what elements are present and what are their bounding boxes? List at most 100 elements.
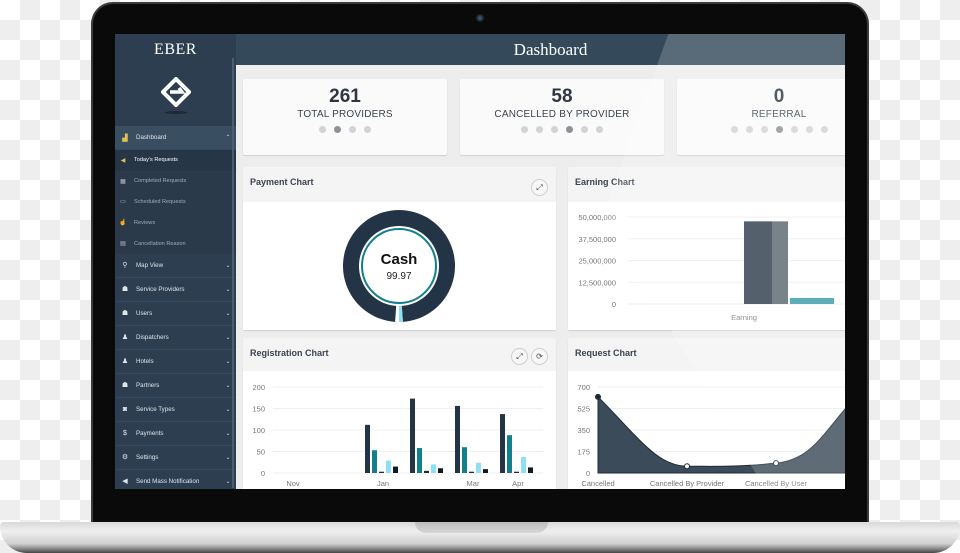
carousel-dot[interactable] [730, 126, 738, 133]
stat-card-cancelled-by-provider[interactable]: 58 CANCELLED BY PROVIDER [460, 79, 664, 155]
chevron-down-icon: ⌄ [225, 430, 231, 437]
bar-mar-series-3 [469, 471, 474, 473]
carousel-dot[interactable] [805, 126, 813, 133]
logo [115, 64, 236, 126]
carousel-dot[interactable] [760, 126, 768, 133]
sidebar-item-payments[interactable]: $ Payments ⌄ [115, 422, 236, 446]
bar-apr-series-3 [514, 471, 519, 473]
data-point [684, 463, 690, 470]
request-area-chart: 0 175 350 525 700 Cancelled Cancelled By Provi… [577, 383, 845, 488]
request-chart-panel: Request Chart 0 175 350 525 700 Cancelled Canc… [568, 338, 845, 489]
bar-mar-series-1 [455, 405, 460, 473]
y-tick-label: 100 [252, 426, 265, 435]
users-icon: ☗ [121, 382, 129, 390]
screen: EBER ▟ Dashboard ⌃ ◀ Today's Requests ▦ Comple… [115, 34, 845, 489]
donut-center-value: 99.97 [386, 271, 411, 282]
y-tick-label: 0 [612, 300, 616, 309]
bullhorn-icon: ◀ [122, 478, 128, 486]
bar-feb-series-1 [410, 398, 415, 473]
carousel-dots [243, 126, 447, 133]
y-tick-label: 150 [252, 405, 265, 414]
carousel-dot[interactable] [521, 126, 528, 133]
sidebar-item-label: Service Types [136, 405, 175, 413]
x-tick-label: Nov [286, 479, 300, 488]
submenu-item-scheduled-requests[interactable]: ▭ Scheduled Requests [115, 191, 236, 213]
sidebar-item-users[interactable]: ☗ Users ⌄ [115, 302, 236, 326]
earning-bar-chart: 0 12,500,000 25,000,000 37,500,000 50,000,00… [578, 213, 845, 322]
y-tick-label: 175 [577, 448, 590, 457]
submenu-item-cancellation-reason[interactable]: ▤ Cancellation Reason [115, 233, 236, 254]
sidebar-item-hotels[interactable]: ♟ Hotels ⌄ [115, 350, 236, 374]
carousel-dot[interactable] [319, 126, 326, 133]
users-icon: ☗ [121, 310, 129, 318]
carousel-dot[interactable] [581, 126, 588, 133]
eber-logo-icon [160, 76, 191, 107]
submenu-item-label: Cancellation Reason [134, 240, 186, 247]
chevron-down-icon: ⌄ [225, 310, 231, 317]
sidebar-item-label: Payments [136, 429, 164, 437]
stat-value: 58 [551, 86, 573, 107]
submenu-item-today-s-requests[interactable]: ◀ Today's Requests [115, 150, 236, 171]
calendar-icon: ▭ [120, 199, 126, 206]
sidebar-item-dashboard[interactable]: ▟ Dashboard ⌃ [115, 126, 236, 150]
y-tick-label: 525 [577, 405, 590, 414]
chevron-down-icon: ⌄ [225, 478, 231, 485]
sidebar-item-dispatchers[interactable]: ♟ Dispatchers ⌄ [115, 326, 236, 350]
camera-icon [476, 14, 484, 22]
laptop-notch [415, 522, 548, 533]
carousel-dot[interactable] [364, 126, 371, 133]
sidebar-item-label: Settings [136, 453, 159, 461]
submenu-item-reviews[interactable]: ☝ Reviews [115, 212, 236, 234]
carousel-dot[interactable] [745, 126, 753, 133]
carousel-dot[interactable] [334, 126, 341, 133]
logo-shadow [164, 110, 187, 114]
y-tick-label: 50,000,000 [578, 213, 616, 222]
panel-title: Payment Chart [250, 177, 314, 187]
expand-button[interactable]: ⤢ [531, 179, 548, 196]
bar-jan-series-2 [372, 450, 377, 473]
x-tick-label: Cancelled By User [745, 479, 808, 488]
stat-card-referral[interactable]: 0 REFERRAL [677, 79, 845, 155]
sidebar-item-service-types[interactable]: ◙ Service Types ⌄ [115, 398, 236, 422]
stat-card-total-providers[interactable]: 261 TOTAL PROVIDERS [243, 79, 447, 155]
carousel-dot[interactable] [790, 126, 798, 133]
bar-jan-series-1 [365, 424, 370, 473]
carousel-dot[interactable] [820, 126, 828, 133]
carousel-dots [460, 126, 664, 133]
submenu-item-label: Today's Requests [134, 157, 178, 164]
users-icon: ☗ [121, 286, 129, 294]
carousel-dots [677, 126, 845, 133]
carousel-dot[interactable] [596, 126, 603, 133]
sidebar-scrollbar[interactable] [232, 58, 234, 488]
refresh-button[interactable]: ⟳ [531, 348, 548, 365]
carousel-dot[interactable] [566, 126, 573, 133]
sidebar-item-service-providers[interactable]: ☗ Service Providers ⌄ [115, 278, 236, 302]
bullhorn-icon: ◀ [120, 157, 126, 164]
carousel-dot[interactable] [551, 126, 558, 133]
submenu-item-completed-requests[interactable]: ▦ Completed Requests [115, 170, 236, 192]
sidebar-item-send-mass-notification[interactable]: ◀ Send Mass Notification ⌄ [115, 470, 236, 489]
bar-feb-series-5 [438, 468, 443, 473]
main-content: 261 TOTAL PROVIDERS 58 CANCELLED BY PROV… [236, 65, 845, 489]
thumbs-up-icon: ☝ [119, 220, 127, 227]
y-tick-label: 700 [577, 383, 590, 392]
panel-title: Earning Chart [575, 177, 635, 187]
carousel-dot[interactable] [775, 126, 783, 133]
brand-name: EBER [154, 41, 197, 58]
y-tick-label: 37,500,000 [578, 235, 616, 244]
earning-chart-panel: Earning Chart 0 12,500,000 25,000,000 37,50… [568, 167, 845, 330]
sidebar-item-label: Dashboard [136, 134, 167, 141]
carousel-dot[interactable] [349, 126, 356, 133]
sidebar-item-label: Dispatchers [136, 333, 169, 341]
sidebar-item-label: Hotels [136, 357, 154, 365]
carousel-dot[interactable] [536, 126, 543, 133]
sidebar-item-settings[interactable]: ⚙ Settings ⌄ [115, 446, 236, 470]
submenu-item-label: Completed Requests [134, 178, 187, 185]
x-tick-label: Cancelled [581, 479, 614, 488]
sidebar-item-map-view[interactable]: ⚲ Map View ⌄ [115, 254, 236, 278]
sidebar-item-partners[interactable]: ☗ Partners ⌄ [115, 374, 236, 398]
panel-title: Request Chart [575, 348, 637, 358]
bar-feb-series-4 [431, 464, 436, 473]
expand-button[interactable]: ⤢ [511, 348, 528, 365]
calendar-check-icon: ▦ [120, 178, 126, 185]
